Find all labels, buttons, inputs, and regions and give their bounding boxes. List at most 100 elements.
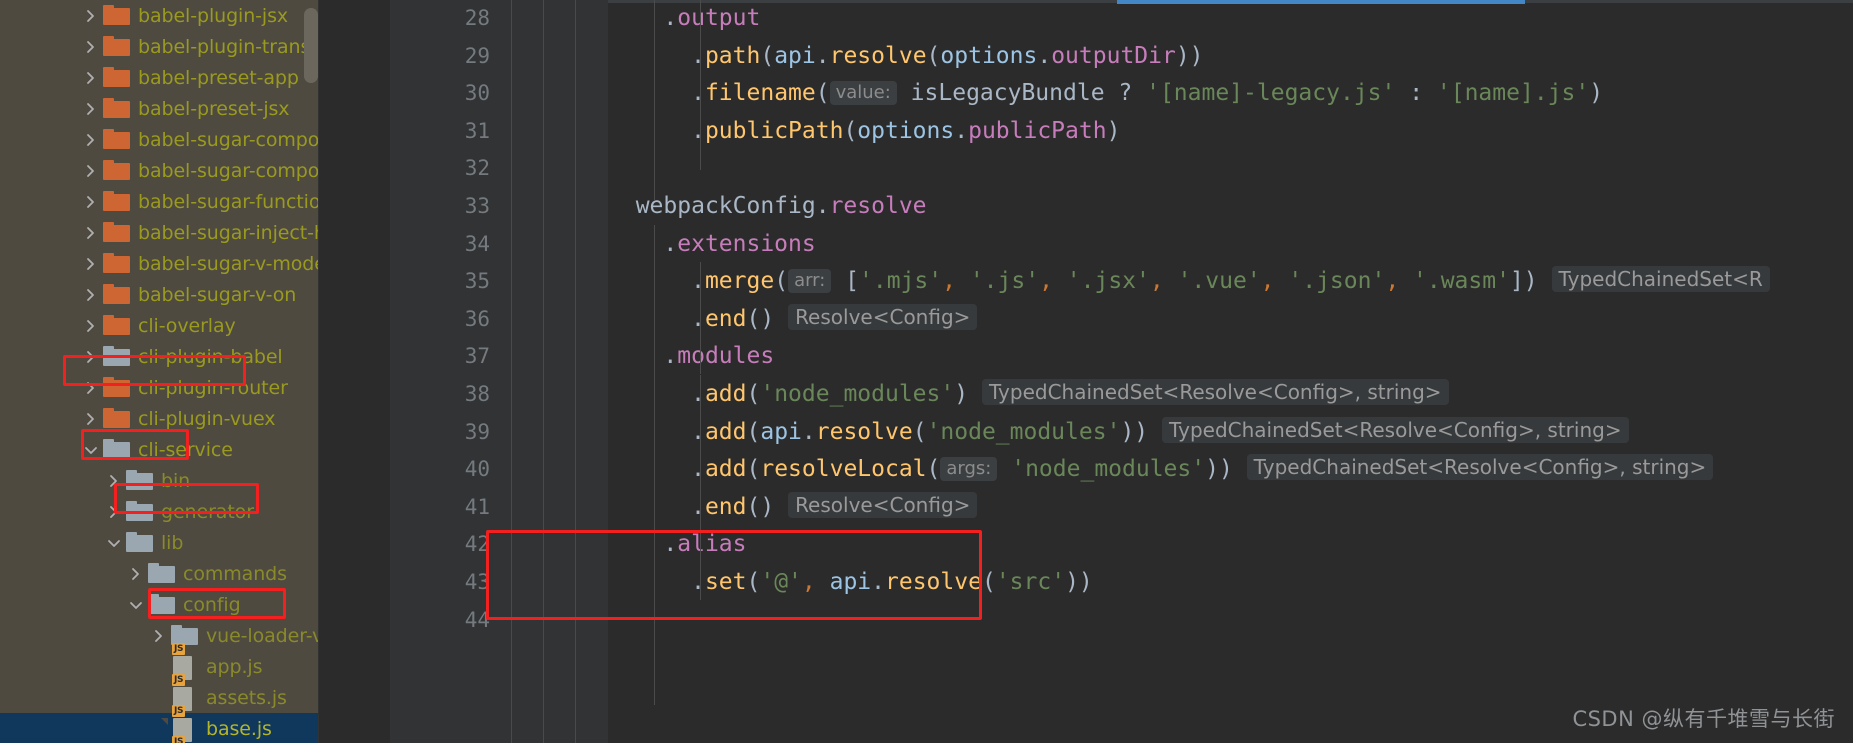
code-token: .: [1037, 42, 1052, 69]
code-editor[interactable]: 28 29 30 31 32 33 34 35 36 37 38 39 40 41 42 43 44 .outp…: [390, 0, 1853, 743]
tree-item-label: cli-overlay: [138, 314, 236, 337]
code-token: (: [760, 42, 775, 69]
code-token: (: [815, 80, 830, 107]
chevron-right-icon[interactable]: [147, 628, 171, 644]
code-token: .: [815, 42, 830, 69]
code-token: .: [954, 117, 969, 144]
inlay-type-hint: Resolve<Config>: [788, 303, 978, 330]
folder-orange-icon: [103, 222, 131, 243]
code-line-37[interactable]: .modules: [608, 338, 1853, 376]
code-token: (: [746, 456, 761, 483]
code-token: 'node_modules': [760, 380, 955, 407]
chevron-right-icon[interactable]: [79, 256, 103, 272]
project-tree-scrollbar[interactable]: [304, 8, 318, 83]
folder-orange-icon: [103, 129, 131, 150]
chevron-down-icon[interactable]: [79, 444, 103, 456]
line-number: 31: [464, 118, 490, 143]
chevron-right-icon[interactable]: [79, 225, 103, 241]
indent-guide: [700, 262, 701, 374]
code-token: )): [1205, 456, 1233, 483]
chevron-right-icon[interactable]: [79, 101, 103, 117]
code-line-30[interactable]: .filename(value: isLegacyBundle ? '[name…: [608, 75, 1853, 113]
chevron-right-icon[interactable]: [79, 318, 103, 334]
inlay-type-hint: TypedChainedSet<Resolve<Config>, string>: [1246, 454, 1714, 481]
chevron-right-icon[interactable]: [124, 566, 148, 582]
code-line-33[interactable]: webpackConfig.resolve: [608, 188, 1853, 226]
chevron-right-icon[interactable]: [79, 39, 103, 55]
chevron-right-icon[interactable]: [79, 70, 103, 86]
code-line-32[interactable]: [608, 150, 1853, 188]
folder-orange-icon: [103, 408, 131, 429]
code-line-39[interactable]: .add(api.resolve('node_modules')) TypedC…: [608, 414, 1853, 452]
code-token: options: [940, 42, 1038, 69]
code-line-29[interactable]: .path(api.resolve(options.outputDir)): [608, 38, 1853, 76]
code-token: extensions: [677, 230, 816, 257]
code-token: publicPath: [968, 117, 1107, 144]
code-token: ,: [1260, 268, 1289, 295]
code-line-40[interactable]: .add(resolveLocal(args: 'node_modules'))…: [608, 451, 1853, 489]
line-number: 39: [464, 419, 490, 444]
gutter-inner-column: [576, 0, 608, 743]
code-token: '.mjs': [859, 268, 943, 295]
chevron-right-icon[interactable]: [79, 194, 103, 210]
chevron-right-icon[interactable]: [79, 8, 103, 24]
parameter-hint: value:: [829, 81, 897, 106]
code-token: .: [815, 192, 830, 219]
code-line-42[interactable]: .alias: [608, 526, 1853, 564]
csdn-watermark: CSDN @纵有千堆雪与长街: [1572, 707, 1835, 731]
tree-item-label: base.js: [206, 717, 272, 740]
code-token: .: [691, 42, 705, 69]
inlay-type-hint: Resolve<Config>: [788, 491, 978, 518]
gutter-fold-column[interactable]: [512, 0, 543, 743]
code-line-34[interactable]: .extensions: [608, 226, 1853, 264]
code-token: .: [691, 568, 705, 595]
code-token: 'node_modules': [1011, 456, 1206, 483]
code-line-36[interactable]: .end() Resolve<Config>: [608, 301, 1853, 339]
project-tree-panel: babel-plugin-jsx babel-plugin-transform-v…: [0, 0, 390, 743]
chevron-right-icon[interactable]: [79, 287, 103, 303]
code-token: '.js': [969, 268, 1040, 295]
code-token: .: [871, 568, 886, 595]
code-token: 'node_modules': [926, 418, 1121, 445]
chevron-right-icon[interactable]: [79, 349, 103, 365]
code-token: add: [704, 456, 747, 483]
code-line-41[interactable]: .end() Resolve<Config>: [608, 489, 1853, 527]
code-line-38[interactable]: .add('node_modules') TypedChainedSet<Res…: [608, 376, 1853, 414]
code-token: (: [746, 418, 761, 445]
code-token: ,: [801, 568, 830, 595]
line-number: 28: [464, 6, 490, 30]
chevron-right-icon[interactable]: [79, 411, 103, 427]
folder-gray-icon: [126, 470, 154, 491]
chevron-down-icon[interactable]: [102, 537, 126, 549]
chevron-right-icon[interactable]: [79, 163, 103, 179]
line-number: 41: [464, 494, 490, 519]
code-token: .: [663, 531, 678, 558]
code-token: .: [663, 230, 678, 257]
chevron-right-icon[interactable]: [102, 504, 126, 520]
chevron-down-icon[interactable]: [124, 599, 148, 611]
code-line-44[interactable]: [608, 602, 1853, 640]
code-content[interactable]: .output .path(api.resolve(options.output…: [608, 0, 1853, 743]
code-token: ]): [1509, 268, 1538, 295]
code-token: )): [1120, 418, 1149, 445]
tree-item-label: commands: [183, 562, 287, 585]
code-token: options: [857, 117, 955, 144]
code-token: .: [691, 268, 705, 295]
code-line-31[interactable]: .publicPath(options.publicPath): [608, 113, 1853, 151]
code-line-28[interactable]: .output: [608, 0, 1853, 38]
folder-gray-icon: [126, 532, 154, 553]
line-number: 36: [464, 306, 490, 331]
line-number: 33: [464, 193, 490, 218]
gutter-annotation-column[interactable]: [544, 0, 575, 743]
chevron-right-icon[interactable]: [102, 473, 126, 489]
chevron-right-icon[interactable]: [79, 380, 103, 396]
code-token: add: [704, 418, 747, 445]
folder-orange-icon: [103, 36, 131, 57]
code-line-35[interactable]: .merge(arr: ['.mjs', '.js', '.jsx', '.vu…: [608, 263, 1853, 301]
code-line-43[interactable]: .set('@', api.resolve('src')): [608, 564, 1853, 602]
chevron-right-icon[interactable]: [79, 132, 103, 148]
code-token: .: [691, 380, 705, 407]
